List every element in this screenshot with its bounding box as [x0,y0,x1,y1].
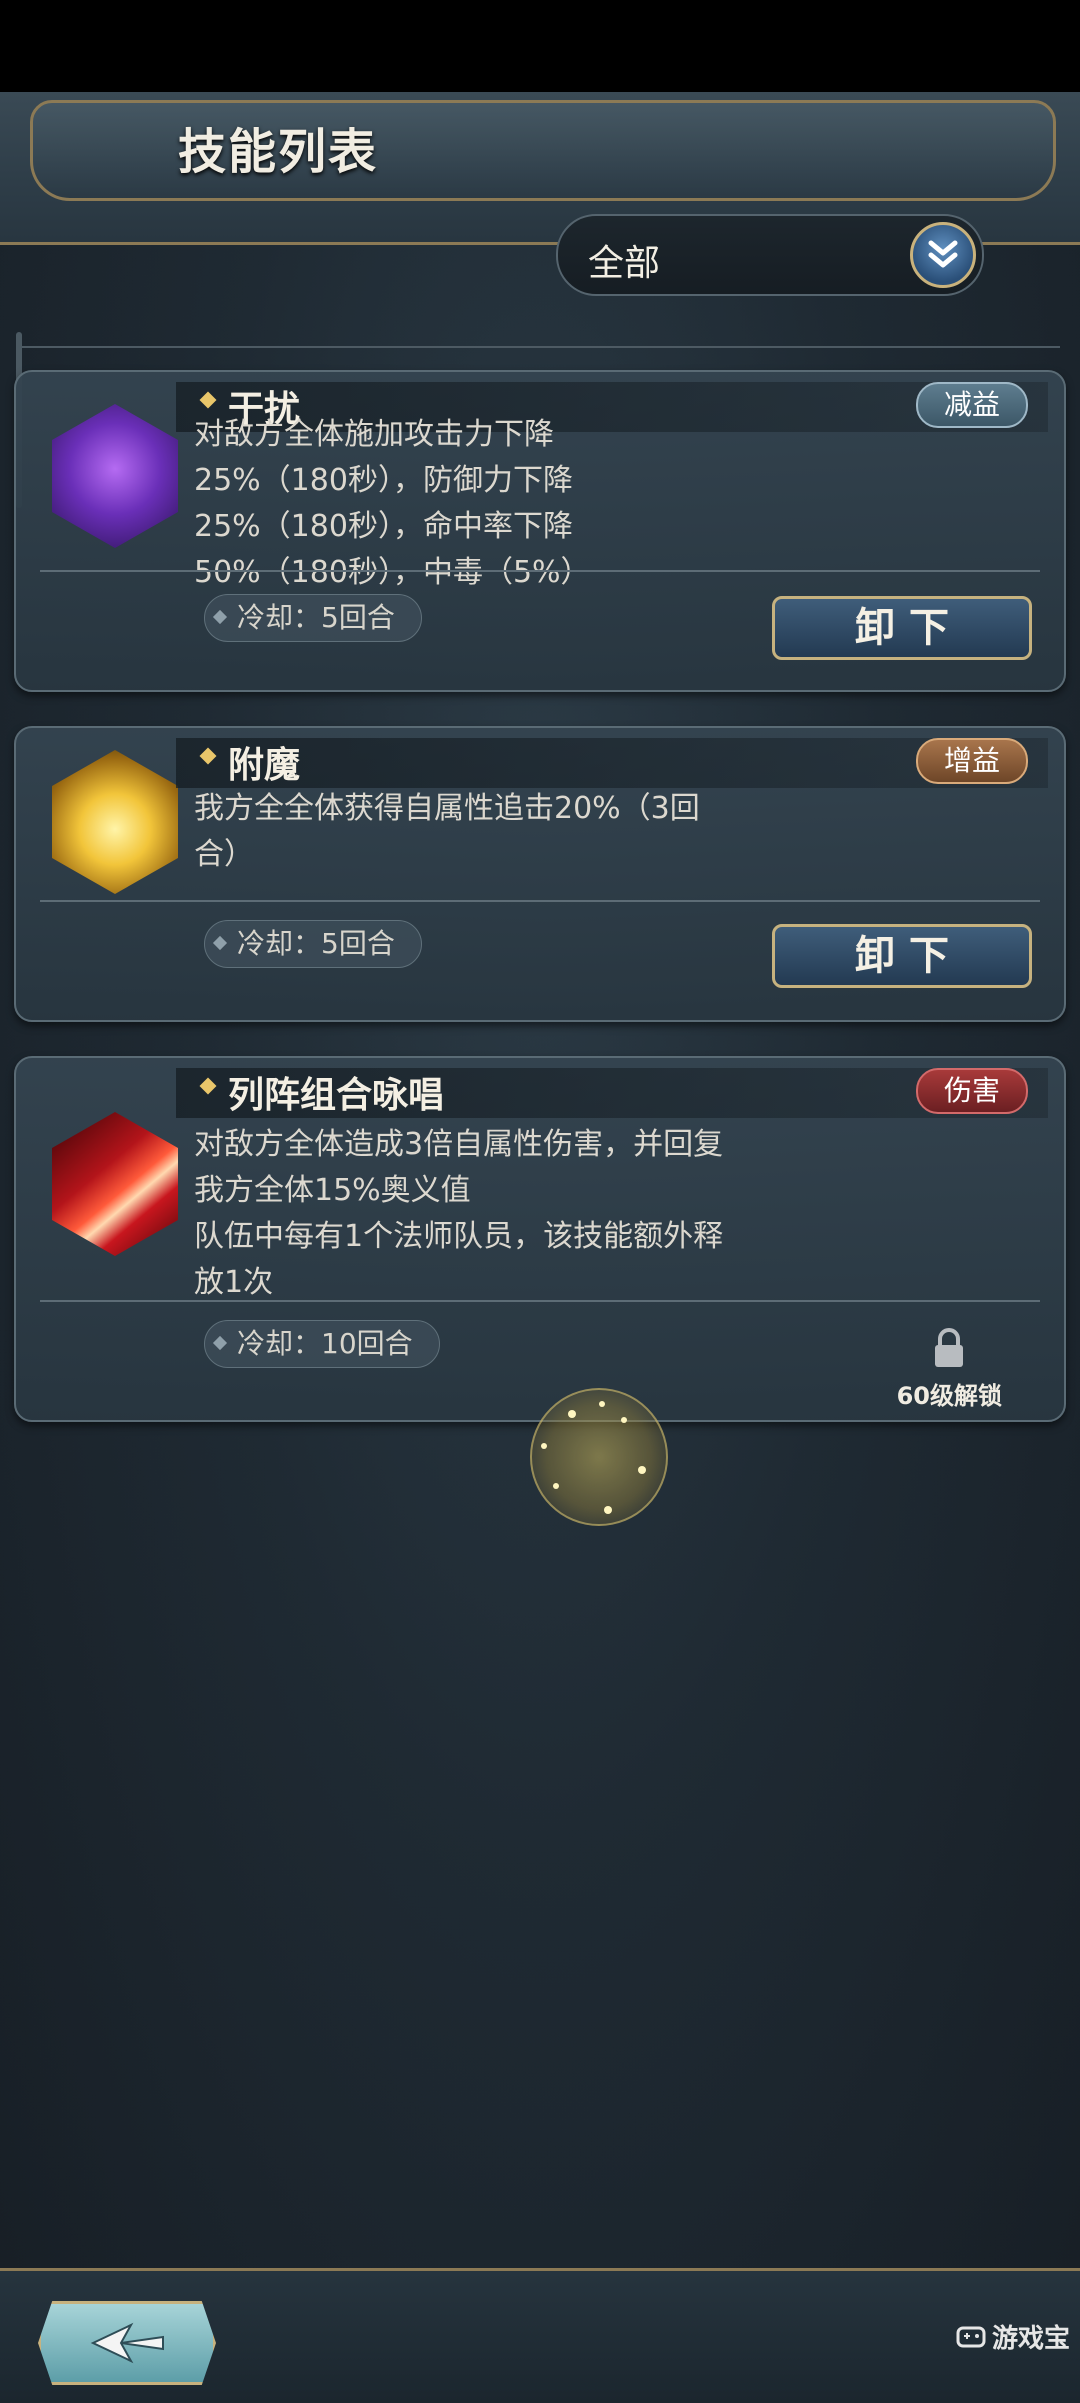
floating-assist-orb[interactable] [530,1388,668,1526]
filter-selected-value: 全部 [588,243,661,284]
back-arrow-icon [90,2322,164,2364]
list-top-divider [20,346,1060,348]
description-line: 对敌方全体造成3倍自属性伤害，并回复 [194,1127,724,1162]
diamond-icon [212,609,228,625]
diamond-icon [212,935,228,951]
card-divider [40,900,1040,902]
skill-type-badge: 增益 [916,738,1028,784]
cooldown-badge: 冷却：5回合 [204,920,422,968]
skill-card: 列阵组合咏唱 伤害 对敌方全体造成3倍自属性伤害，并回复 我方全体15%奥义值 … [14,1056,1066,1422]
header: 技能列表 全部 [0,92,1080,296]
description-line: 25%（180秒），命中率下降 [194,509,573,544]
skill-description: 我方全全体获得自属性追击20%（3回 合） [194,786,794,878]
cooldown-badge: 冷却：10回合 [204,1320,440,1368]
double-chevron-down-icon [928,240,958,268]
card-divider [40,570,1040,572]
description-line: 我方全全体获得自属性追击20%（3回 [194,791,700,826]
unequip-button[interactable]: 卸下 [772,924,1032,988]
skill-name: 附魔 [228,745,301,786]
skill-name: 列阵组合咏唱 [228,1075,445,1116]
skill-description: 对敌方全体造成3倍自属性伤害，并回复 我方全体15%奥义值 队伍中每有1个法师队… [194,1122,814,1306]
skill-icon-golden-knight [52,750,178,894]
skill-icon-purple-demon [52,404,178,548]
filter-expand-button[interactable] [910,222,976,288]
unequip-button[interactable]: 卸下 [772,596,1032,660]
skill-card: 干扰 减益 对敌方全体施加攻击力下降 25%（180秒），防御力下降 25%（1… [14,370,1066,692]
status-bar [0,0,1080,92]
skill-type-badge: 减益 [916,382,1028,428]
cooldown-badge: 冷却：5回合 [204,594,422,642]
skill-card: 附魔 增益 我方全全体获得自属性追击20%（3回 合） 冷却：5回合 卸下 [14,726,1066,1022]
skill-type-badge: 伤害 [916,1068,1028,1114]
unlock-requirement: 60级解锁 [896,1382,1002,1410]
lock-icon [935,1328,964,1367]
card-divider [40,1300,1040,1302]
watermark: 游戏宝 [956,2318,1070,2355]
diamond-icon [212,1335,228,1351]
locked-indicator: 60级解锁 [897,1328,1002,1411]
description-line: 我方全体15%奥义值 [194,1173,471,1208]
gamepad-icon [956,2326,986,2347]
cooldown-text: 冷却：5回合 [237,601,395,634]
description-line: 对敌方全体施加攻击力下降 [194,417,554,452]
description-line: 合） [194,837,254,872]
cooldown-text: 冷却：5回合 [237,927,395,960]
description-line: 25%（180秒），防御力下降 [194,463,573,498]
sparkle-icon [541,1401,646,1514]
filter-dropdown[interactable]: 全部 [556,214,984,296]
cooldown-text: 冷却：10回合 [237,1327,413,1360]
description-line: 50%（180秒），中毒（5%） [194,555,591,590]
description-line: 队伍中每有1个法师队员，该技能额外释 [194,1219,724,1254]
watermark-text: 游戏宝 [991,2324,1070,2354]
skill-icon-red-beam [52,1112,178,1256]
bottom-bar [0,2268,1080,2403]
page-title: 技能列表 [178,124,379,180]
skill-description: 对敌方全体施加攻击力下降 25%（180秒），防御力下降 25%（180秒），命… [194,412,814,596]
back-button[interactable] [38,2301,216,2385]
